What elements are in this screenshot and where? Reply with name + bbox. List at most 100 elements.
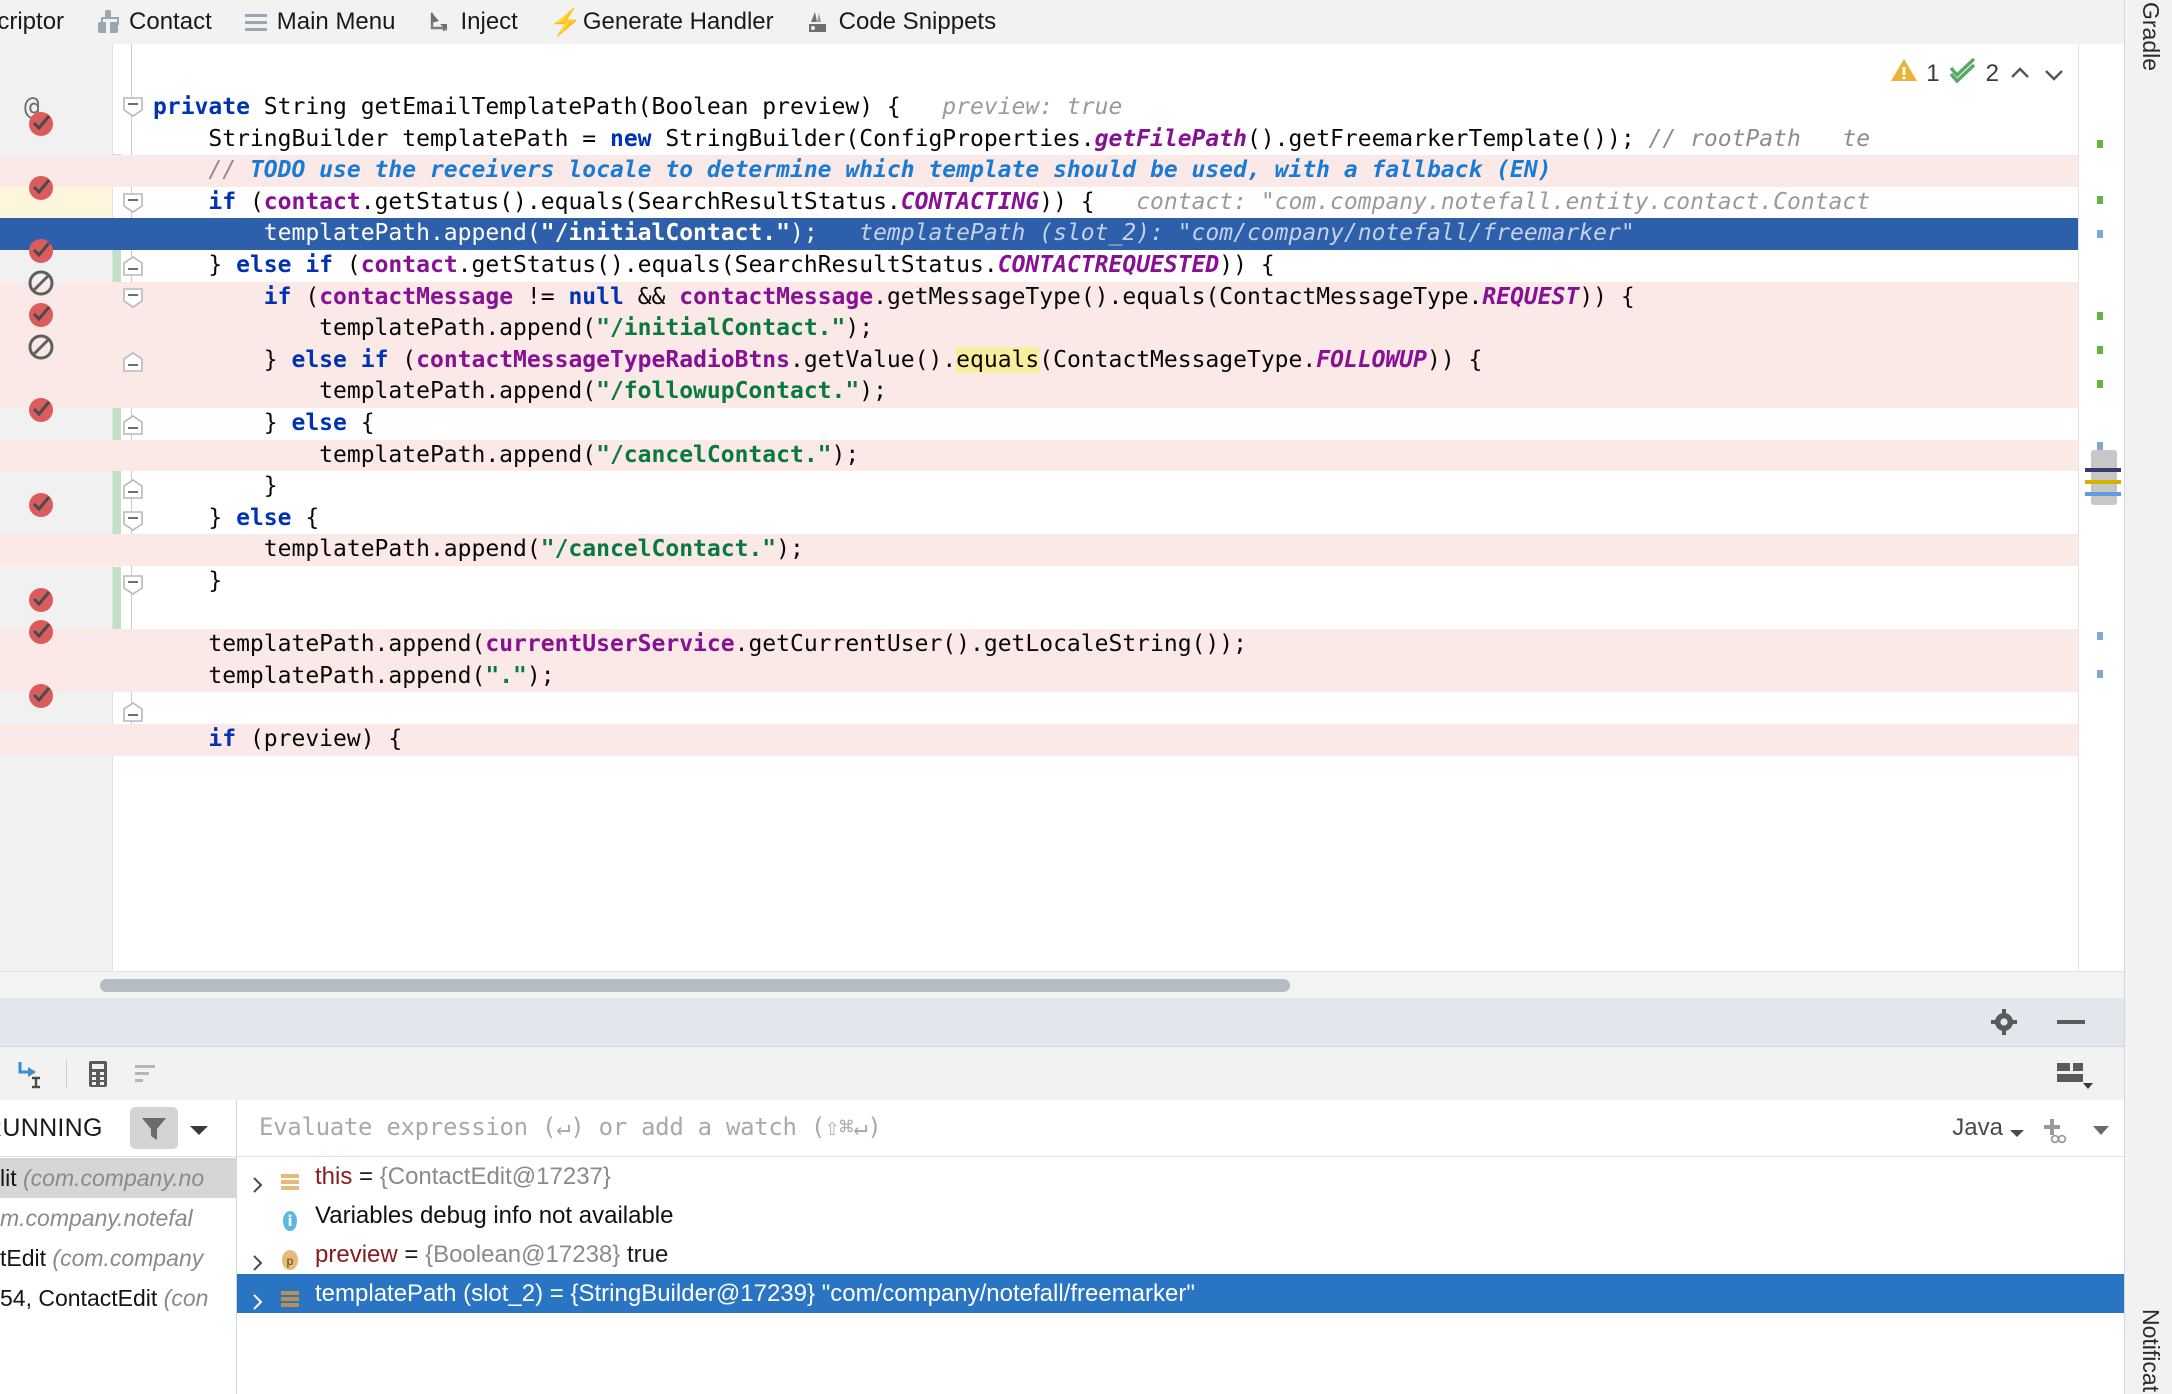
tool-window-notifications[interactable]: Notificat [2137,1309,2164,1392]
chevron-down-icon[interactable] [2009,1126,2025,1144]
more-options-icon[interactable] [2091,1124,2111,1142]
breakpoint-icon[interactable] [26,681,56,711]
variable-row[interactable]: this = {ContactEdit@17237} [237,1157,2125,1196]
breakpoint-icon[interactable] [26,173,56,203]
variable-row[interactable]: Variables debug info not available [237,1196,2125,1235]
frame-row[interactable]: lit (com.company.no [0,1158,236,1198]
evaluate-input-placeholder[interactable]: Evaluate expression (↵) or add a watch (… [259,1113,882,1141]
toolbar-item-descriptor[interactable]: escriptor [0,0,80,44]
toolbar-label-inject: Inject [460,8,518,35]
toolbar-item-main-menu[interactable]: Main Menu [228,0,412,44]
filter-icon[interactable] [130,1107,178,1149]
code-line[interactable]: } else { [0,408,2125,440]
code-line[interactable]: } [0,566,2125,598]
code-line[interactable]: templatePath.append(currentUserService.g… [0,629,2125,661]
step-out-icon[interactable] [14,1058,46,1090]
expand-chevron-icon[interactable] [249,1245,267,1271]
horizontal-scrollbar-track[interactable] [0,971,2125,998]
code-token: "/followupContact." [596,378,860,405]
frame-row[interactable]: 54, ContactEdit (con [0,1278,236,1318]
breakpoint-icon[interactable] [26,395,56,425]
minimize-icon[interactable] [2057,1020,2085,1024]
tool-window-gradle[interactable]: Gradle [2137,2,2164,71]
code-token: "/initialContact." [596,315,846,342]
prev-problem-icon[interactable] [2007,61,2033,87]
sort-icon[interactable] [130,1058,162,1090]
code-line[interactable]: } else if (contactMessageTypeRadioBtns.g… [0,344,2125,377]
language-selector-label[interactable]: Java [1952,1114,2003,1142]
toolbar-item-inject[interactable]: Inject [411,0,533,44]
code-line[interactable]: templatePath.append("."); [0,660,2125,693]
fold-expand-icon[interactable] [122,701,144,723]
breakpoint-icon[interactable] [26,490,56,520]
variable-text: preview = {Boolean@17238} true [315,1235,668,1274]
fold-collapse-icon[interactable] [122,287,144,309]
breakpoint-icon[interactable] [26,617,56,647]
fold-expand-icon[interactable] [122,351,144,373]
code-lines-container: private String getEmailTemplatePath(Bool… [0,44,2125,998]
code-line[interactable]: StringBuilder templatePath = new StringB… [0,124,2125,156]
code-line[interactable] [0,692,2125,724]
code-line[interactable]: if (preview) { [0,724,2125,756]
fold-expand-icon[interactable] [122,255,144,277]
frame-row[interactable]: tEdit (com.company [0,1238,236,1278]
code-token: ( [236,188,264,215]
frame-package: (con [163,1285,209,1311]
evaluate-expression-bar[interactable]: Evaluate expression (↵) or add a watch (… [237,1100,2125,1157]
fold-collapse-icon[interactable] [122,574,144,596]
calculator-icon[interactable] [82,1058,114,1090]
code-token: FOLLOWUP [1316,346,1427,373]
fold-collapse-icon[interactable] [122,510,144,532]
code-line[interactable]: templatePath.append("/initialContact."); [0,313,2125,345]
layout-settings-icon[interactable] [2055,1059,2093,1089]
scroll-thumb[interactable] [2091,450,2117,505]
breakpoint-disabled-icon[interactable] [26,268,56,298]
code-line[interactable]: templatePath.append("/initialContact.");… [0,218,2125,250]
code-token: String getEmailTemplatePath(Boolean prev… [263,94,901,120]
frame-row[interactable]: m.company.notefal [0,1198,236,1238]
code-line[interactable]: } else { [0,503,2125,535]
code-line[interactable]: if (contact.getStatus().equals(SearchRes… [0,187,2125,219]
code-line[interactable]: if (contactMessage != null && contactMes… [0,281,2125,314]
warning-count: 1 [1926,59,1940,87]
code-line[interactable]: // TODO use the receivers locale to dete… [0,155,2125,187]
frames-panel[interactable]: RUNNING lit (com.company.no m.company.no… [0,1100,237,1394]
breakpoint-icon[interactable] [26,236,56,266]
editor-marker-column[interactable] [2078,44,2125,998]
breakpoint-icon[interactable] [26,585,56,615]
chevron-down-icon[interactable] [188,1123,210,1142]
gear-icon[interactable] [1990,1008,2018,1036]
expand-chevron-icon[interactable] [249,1167,267,1193]
code-line[interactable] [0,598,2125,630]
fold-expand-icon[interactable] [122,478,144,500]
next-problem-icon[interactable] [2041,61,2067,87]
code-token: ); [859,378,887,405]
expand-chevron-icon[interactable] [249,1284,267,1310]
code-line[interactable]: templatePath.append("/cancelContact."); [0,534,2125,566]
code-line[interactable]: templatePath.append("/cancelContact."); [0,439,2125,472]
fold-collapse-icon[interactable] [122,192,144,214]
fold-expand-icon[interactable] [122,414,144,436]
code-line[interactable]: } else if (contact.getStatus().equals(Se… [0,250,2125,282]
code-line[interactable]: private String getEmailTemplatePath(Bool… [0,92,2125,124]
frame-package: (com.company.no [23,1165,205,1191]
variable-row[interactable]: templatePath (slot_2) = {StringBuilder@1… [237,1274,2125,1313]
breakpoint-disabled-icon[interactable] [26,332,56,362]
toolbar-item-generate-handler[interactable]: ⚡ Generate Handler [534,0,790,44]
variable-row[interactable]: p preview = {Boolean@17238} true [237,1235,2125,1274]
toolbar-item-contact[interactable]: Contact [80,0,228,44]
hamburger-icon [243,10,268,34]
code-token: } [153,410,292,436]
toolbar-item-code-snippets[interactable]: Code Snippets [790,0,1012,44]
add-watch-icon[interactable] [2039,1116,2067,1144]
fold-collapse-icon[interactable] [122,96,144,118]
breakpoint-icon[interactable] [26,300,56,330]
code-line[interactable]: } [0,471,2125,503]
inspection-widget[interactable]: 1 2 [1890,56,2067,91]
variables-tree[interactable]: this = {ContactEdit@17237} Variables debu… [237,1157,2125,1394]
horizontal-scrollbar-thumb[interactable] [100,979,1290,992]
code-line[interactable]: templatePath.append("/followupContact.")… [0,376,2125,408]
code-editor[interactable]: private String getEmailTemplatePath(Bool… [0,44,2125,998]
breakpoint-icon[interactable] [26,109,56,139]
